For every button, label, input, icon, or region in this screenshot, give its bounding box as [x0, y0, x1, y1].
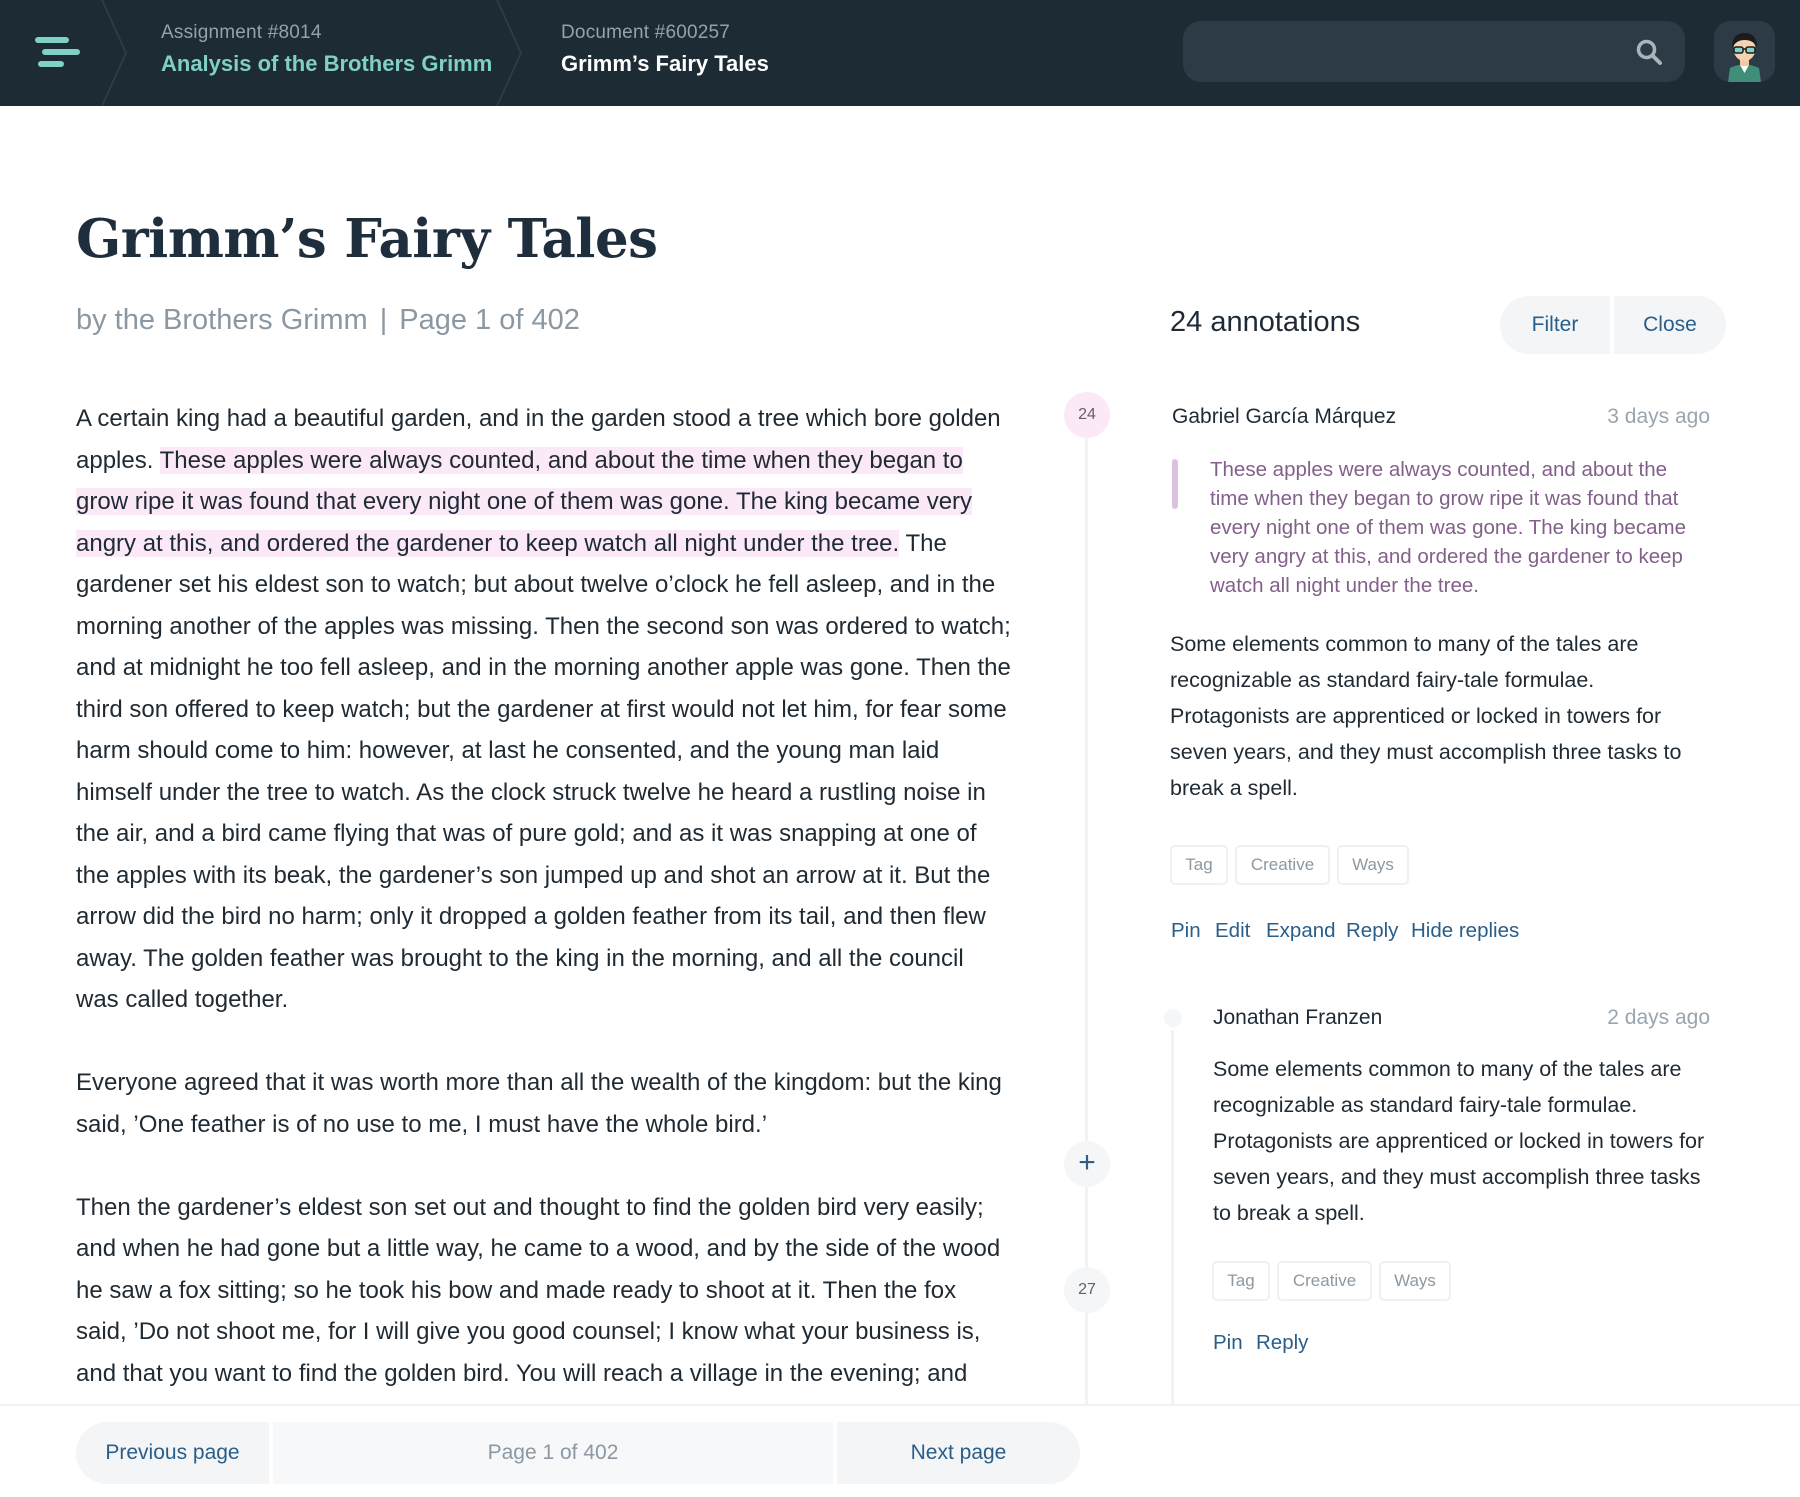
breadcrumb-document-id: Document #600257: [561, 22, 731, 43]
document-paragraph: Then the gardener’s eldest son set out a…: [76, 1193, 1001, 1387]
breadcrumb-chevron-icon: [101, 0, 128, 106]
comment-author[interactable]: Gabriel García Márquez: [1172, 405, 1396, 429]
breadcrumb-assignment-id: Assignment #8014: [161, 22, 322, 43]
breadcrumb-chevron-icon: [496, 0, 523, 106]
annotation-marker[interactable]: 24: [1064, 392, 1110, 438]
tag-chip[interactable]: Ways: [1337, 845, 1409, 885]
tag-chip[interactable]: Creative: [1235, 845, 1330, 885]
previous-page-button[interactable]: Previous page: [76, 1422, 269, 1484]
pin-button[interactable]: Pin: [1213, 1331, 1243, 1355]
reply-thread-dot: [1161, 1006, 1185, 1030]
annotations-count: 24 annotations: [1170, 306, 1361, 338]
breadcrumb-document[interactable]: Document #600257 Grimm’s Fairy Tales: [561, 22, 769, 77]
meta-separator: |: [379, 304, 388, 336]
highlighted-passage[interactable]: These apples were always counted, and ab…: [76, 446, 973, 557]
document-paragraph: A certain king had a beautiful garden, a…: [76, 398, 1012, 1021]
search-box: [1183, 21, 1685, 82]
document-body: A certain king had a beautiful garden, a…: [76, 398, 1012, 1436]
document-page-indicator: Page 1 of 402: [399, 304, 580, 336]
comment-text: Some elements common to many of the tale…: [1170, 632, 1682, 800]
user-avatar[interactable]: [1714, 21, 1775, 82]
document-author: by the Brothers Grimm: [76, 304, 368, 336]
top-bar: Assignment #8014 Analysis of the Brother…: [0, 0, 1800, 106]
breadcrumb-assignment[interactable]: Assignment #8014 Analysis of the Brother…: [161, 22, 492, 77]
avatar-illustration: [1728, 33, 1761, 82]
tag-chip[interactable]: Tag: [1212, 1261, 1270, 1301]
hamburger-menu-icon[interactable]: [20, 22, 90, 84]
pagination-footer: Previous page Page 1 of 402 Next page: [0, 1404, 1800, 1497]
reply-button[interactable]: Reply: [1346, 919, 1398, 943]
tag-chip[interactable]: Ways: [1379, 1261, 1451, 1301]
page-status: Page 1 of 402: [273, 1422, 833, 1484]
comment-timestamp: 2 days ago: [1607, 1006, 1710, 1029]
reply-thread-line: [1171, 1030, 1174, 1410]
annotation-timeline: [1085, 412, 1088, 1412]
tag-chip[interactable]: Tag: [1170, 845, 1228, 885]
document-title: Grimm’s Fairy Tales: [76, 208, 658, 270]
next-page-button[interactable]: Next page: [837, 1422, 1080, 1484]
add-annotation-button[interactable]: +: [1064, 1141, 1110, 1187]
tag-chip[interactable]: Creative: [1277, 1261, 1372, 1301]
edit-button[interactable]: Edit: [1215, 919, 1250, 943]
close-button[interactable]: Close: [1614, 296, 1726, 354]
breadcrumb-document-title: Grimm’s Fairy Tales: [561, 51, 769, 76]
comment-text: Some elements common to many of the tale…: [1213, 1057, 1705, 1225]
reply-button[interactable]: Reply: [1256, 1331, 1308, 1355]
comment-timestamp: 3 days ago: [1607, 405, 1710, 428]
filter-button[interactable]: Filter: [1500, 296, 1610, 354]
quote-bar: [1172, 459, 1178, 509]
document-meta: by the Brothers Grimm | Page 1 of 402: [76, 304, 580, 337]
annotation-quote: These apples were always counted, and ab…: [1210, 458, 1686, 597]
breadcrumb-assignment-title: Analysis of the Brothers Grimm: [161, 51, 493, 76]
search-input[interactable]: [1203, 21, 1623, 82]
annotations-toolbar: Filter Close: [1500, 296, 1726, 354]
paragraph-text: The gardener set his eldest son to watch…: [76, 529, 1011, 1014]
expand-button[interactable]: Expand: [1266, 919, 1336, 943]
comment-author[interactable]: Jonathan Franzen: [1213, 1006, 1382, 1030]
annotation-marker[interactable]: 27: [1064, 1267, 1110, 1313]
search-icon[interactable]: [1635, 38, 1663, 66]
hide-replies-button[interactable]: Hide replies: [1411, 919, 1519, 943]
pin-button[interactable]: Pin: [1171, 919, 1201, 943]
document-paragraph: Everyone agreed that it was worth more t…: [76, 1069, 1002, 1138]
